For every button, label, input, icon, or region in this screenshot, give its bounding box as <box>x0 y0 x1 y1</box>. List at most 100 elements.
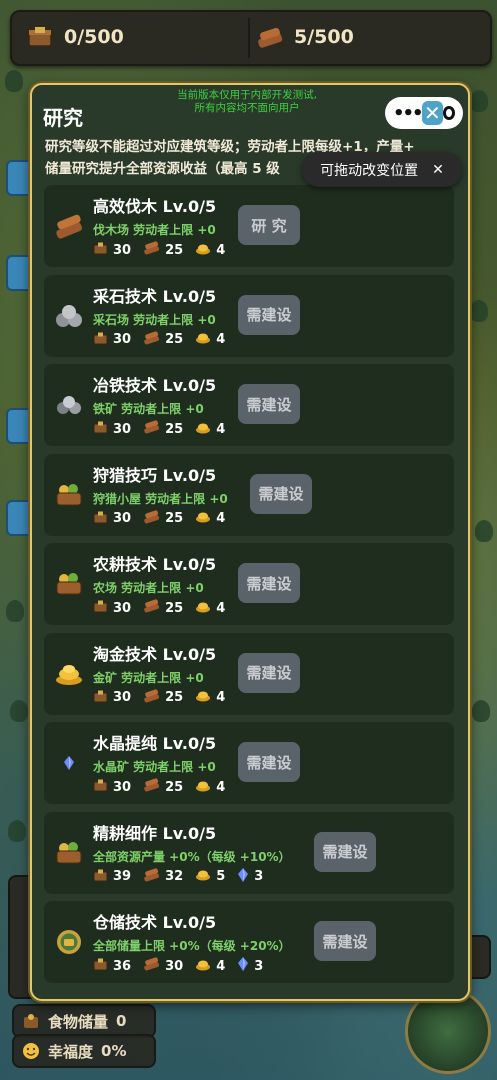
research-item: 采石技术 Lv.0/5 采石场 劳动者上限 +0 30 25 4 需建设 <box>44 274 454 357</box>
cost-gold: 4 <box>195 689 225 706</box>
cost-value: 30 <box>113 421 132 437</box>
crate-icon <box>93 957 108 975</box>
needs-build-button[interactable]: 需建设 <box>238 652 300 693</box>
research-name: 高效伐木 Lv.0/5 <box>93 197 217 216</box>
wood-icon <box>143 778 160 796</box>
gold-icon <box>195 868 211 885</box>
crystal-icon <box>237 867 249 886</box>
storage-medal-icon <box>54 927 84 957</box>
crate-resource-value: 0/500 <box>64 26 124 48</box>
gold-icon <box>195 331 211 348</box>
research-costs: 30 25 4 <box>93 420 225 438</box>
wood-icon <box>143 688 160 707</box>
cost-value: 25 <box>165 421 184 437</box>
needs-build-button[interactable]: 需建设 <box>238 294 300 335</box>
needs-build-button[interactable]: 需建设 <box>314 921 376 961</box>
needs-build-button[interactable]: 需建设 <box>314 831 376 872</box>
research-item: 冶铁技术 Lv.0/5 铁矿 劳动者上限 +0 30 25 4 需建设 <box>44 364 454 446</box>
cost-crate: 36 <box>93 957 131 975</box>
gold-icon <box>195 242 211 259</box>
wood-icon <box>143 867 160 886</box>
crate-icon <box>93 420 108 438</box>
tooltip-close-button[interactable]: ✕ <box>432 162 444 178</box>
cost-value: 32 <box>165 869 184 884</box>
needs-build-button[interactable]: 需建设 <box>238 563 300 603</box>
cost-value: 4 <box>216 779 226 795</box>
food-basket-icon <box>54 569 84 599</box>
smile-icon <box>23 1043 39 1059</box>
research-name: 淘金技术 Lv.0/5 <box>93 644 217 664</box>
cost-value: 30 <box>113 779 132 795</box>
research-costs: 36 30 4 3 <box>93 957 263 975</box>
gold-icon <box>195 600 211 617</box>
cost-value: 30 <box>113 242 132 258</box>
resource-bar: 0/500 5/500 <box>10 10 492 66</box>
cost-crate: 30 <box>93 420 131 438</box>
crate-icon <box>93 241 108 259</box>
tooltip-text: 可拖动改变位置 <box>320 162 419 179</box>
cost-value: 30 <box>113 690 132 705</box>
drag-tooltip: 可拖动改变位置 ✕ <box>302 152 462 187</box>
cost-value: 4 <box>216 511 226 526</box>
research-button[interactable]: 研 究 <box>238 205 300 245</box>
needs-build-button[interactable]: 需建设 <box>238 384 300 424</box>
cost-crate: 30 <box>93 778 131 796</box>
research-item: 水晶提纯 Lv.0/5 水晶矿 劳动者上限 +0 30 25 4 需建设 <box>44 722 454 804</box>
research-name: 精耕细作 Lv.0/5 <box>93 823 217 843</box>
crate-icon <box>93 778 108 796</box>
cost-gold: 4 <box>195 779 225 796</box>
happiness-value: 0% <box>101 1042 127 1060</box>
research-name: 水晶提纯 Lv.0/5 <box>93 734 217 753</box>
stone-icon <box>54 301 84 331</box>
wood-icon <box>143 420 160 438</box>
cost-gold: 4 <box>195 510 225 527</box>
research-costs: 39 32 5 3 <box>93 867 263 886</box>
cost-value: 30 <box>113 600 132 616</box>
research-effect: 全部储量上限 +0%（每级 +20%） <box>93 939 291 953</box>
food-basket-icon <box>54 480 84 510</box>
research-costs: 30 25 4 <box>93 330 226 349</box>
cost-wood: 30 <box>143 957 183 975</box>
cost-value: 25 <box>165 779 184 795</box>
wood-resource-value: 5/500 <box>294 26 354 48</box>
research-costs: 30 25 4 <box>93 599 225 617</box>
research-effect: 农场 劳动者上限 +0 <box>93 581 204 595</box>
cost-wood: 25 <box>143 688 183 707</box>
research-name: 冶铁技术 Lv.0/5 <box>93 376 217 395</box>
wood-resource: 5/500 <box>256 20 354 54</box>
needs-build-button[interactable]: 需建设 <box>238 742 300 782</box>
cost-value: 25 <box>165 242 184 258</box>
mini-program-capsule: ••• ✕ <box>385 97 463 129</box>
record-icon[interactable] <box>443 106 455 120</box>
close-icon[interactable]: ✕ <box>421 101 444 125</box>
cost-value: 25 <box>165 332 184 347</box>
crate-icon <box>93 599 108 617</box>
crystal-icon <box>54 748 84 778</box>
cost-value: 3 <box>254 958 264 974</box>
research-effect: 铁矿 劳动者上限 +0 <box>93 402 204 416</box>
crate-icon <box>93 510 108 528</box>
wood-icon <box>143 330 160 349</box>
research-name: 农耕技术 Lv.0/5 <box>93 555 217 574</box>
cost-value: 36 <box>113 958 132 974</box>
cost-value: 25 <box>165 511 184 526</box>
panel-title: 研究 <box>43 106 83 130</box>
research-effect: 伐木场 劳动者上限 +0 <box>93 223 216 237</box>
food-basket-icon <box>54 838 84 868</box>
needs-build-button[interactable]: 需建设 <box>250 473 312 514</box>
cost-value: 4 <box>216 332 226 347</box>
research-item: 农耕技术 Lv.0/5 农场 劳动者上限 +0 30 25 4 需建设 <box>44 543 454 625</box>
cost-value: 30 <box>113 511 132 526</box>
crate-icon <box>93 868 108 886</box>
cost-crate: 30 <box>93 510 131 528</box>
cost-crystal: 3 <box>237 867 263 886</box>
cost-wood: 25 <box>143 509 184 528</box>
research-name: 采石技术 Lv.0/5 <box>93 286 217 306</box>
cost-gold: 5 <box>195 868 225 885</box>
dev-notice-line-1: 当前版本仅用于内部开发测试, <box>177 89 317 101</box>
more-dots-icon[interactable]: ••• <box>393 103 423 124</box>
gold-icon <box>195 689 211 706</box>
cost-value: 30 <box>165 958 184 974</box>
research-costs: 30 25 4 <box>93 241 225 259</box>
dev-notice: 当前版本仅用于内部开发测试, 所有内容均不面向用户 <box>152 89 342 115</box>
